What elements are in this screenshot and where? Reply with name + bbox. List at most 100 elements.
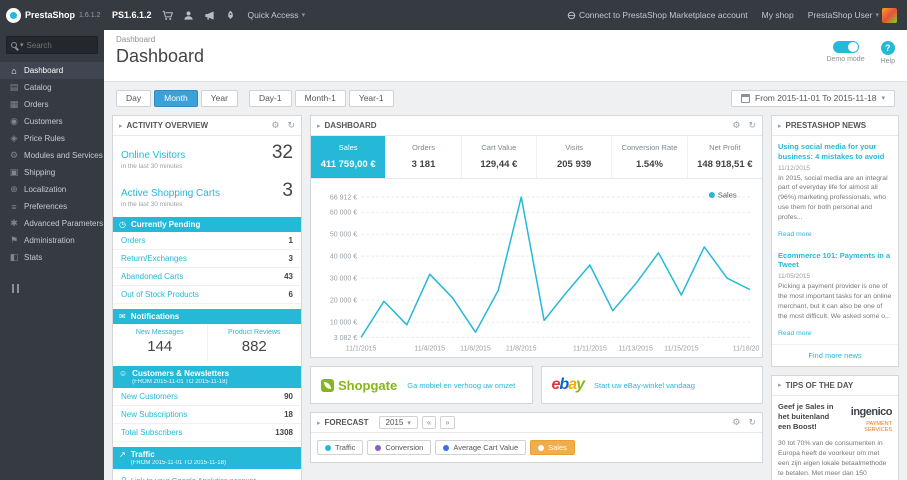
dashboard-panel-title: DASHBOARD — [324, 121, 377, 130]
clock-icon: ◷ — [119, 220, 126, 229]
sidebar-item-administration[interactable]: ⚑ Administration — [0, 232, 104, 249]
sidebar-item-price-rules[interactable]: ◈ Price Rules — [0, 130, 104, 147]
forecast-legend-sales[interactable]: Sales — [530, 440, 575, 456]
legend-label: Conversion — [385, 443, 424, 453]
cart-icon[interactable] — [162, 10, 173, 21]
sidebar-item-orders[interactable]: ▦ Orders — [0, 96, 104, 113]
sidebar-item-localization[interactable]: ⊕ Localization — [0, 181, 104, 198]
returns-link[interactable]: Return/Exchanges — [121, 254, 187, 263]
employee-icon[interactable] — [183, 10, 194, 21]
chevron-down-icon[interactable]: ▾ — [20, 41, 24, 49]
forecast-legend-conversion[interactable]: Conversion — [367, 440, 432, 456]
rocket-icon[interactable] — [225, 10, 236, 21]
active-carts-link[interactable]: Active Shopping Carts — [121, 188, 220, 199]
kpi-orders[interactable]: Orders 3 181 — [385, 136, 460, 178]
megaphone-icon[interactable] — [204, 10, 215, 21]
forecast-prev-button[interactable]: « — [421, 416, 437, 430]
sidebar-item-modules[interactable]: ⚙ Modules and Services — [0, 147, 104, 164]
sidebar-item-label: Administration — [24, 236, 75, 245]
new-subscriptions-value: 18 — [284, 410, 293, 419]
date-range-picker[interactable]: From 2015-11-01 To 2015-11-18 ▾ — [731, 90, 895, 107]
kpi-cart-value[interactable]: Cart Value 129,44 € — [460, 136, 536, 178]
forecast-next-button[interactable]: » — [440, 416, 455, 430]
sales-dot-icon — [538, 444, 545, 451]
help-icon[interactable]: ? — [880, 41, 895, 55]
sidebar-item-dashboard[interactable]: ⌂ Dashboard — [0, 62, 104, 79]
shop-name[interactable]: PS1.6.1.2 — [112, 10, 152, 20]
sidebar-item-catalog[interactable]: ▤ Catalog — [0, 79, 104, 96]
refresh-icon[interactable]: ↻ — [287, 120, 295, 131]
user-menu[interactable]: PrestaShop User ▾ — [808, 7, 897, 23]
product-reviews-cell[interactable]: Product Reviews 882 — [206, 324, 302, 361]
out-of-stock-link[interactable]: Out of Stock Products — [121, 290, 199, 299]
refresh-icon[interactable]: ↻ — [748, 120, 756, 131]
news-item: Ecommerce 101: Payments in a Tweet 11/05… — [772, 245, 898, 344]
search-input[interactable] — [26, 40, 83, 50]
kpi-sales[interactable]: Sales 411 759,00 € — [311, 136, 386, 178]
product-reviews-value: 882 — [241, 338, 267, 355]
ebay-link[interactable]: Start uw eBay-winkel vandaag — [594, 381, 695, 391]
active-carts-value: 3 — [282, 180, 293, 201]
kpi-label: Net Profit — [709, 143, 741, 152]
find-more-news-link[interactable]: Find more news — [772, 343, 898, 366]
currently-pending-header: ◷ Currently Pending — [113, 217, 301, 232]
kpi-visits[interactable]: Visits 205 939 — [535, 136, 611, 178]
menu-collapse-button[interactable] — [12, 280, 104, 298]
forecast-year-select[interactable]: 2015 ▾ — [378, 416, 418, 430]
gear-icon[interactable]: ⚙ — [732, 120, 740, 131]
shopgate-link[interactable]: Ga mobiel en verhoog uw omzet — [407, 381, 515, 391]
sidebar-item-customers[interactable]: ◉ Customers — [0, 113, 104, 130]
forecast-legend-average-cart-value[interactable]: Average Cart Value — [435, 440, 527, 456]
kpi-conversion-rate[interactable]: Conversion Rate 1.54% — [611, 136, 686, 178]
google-analytics-link[interactable]: ⚲ Link to your Google Analytics account — [113, 469, 301, 480]
news-item-title[interactable]: Ecommerce 101: Payments in a Tweet — [778, 251, 892, 271]
range-year-1-button[interactable]: Year-1 — [348, 90, 394, 107]
shopgate-promo: Shopgate Ga mobiel en verhoog uw omzet — [310, 366, 533, 405]
customers-newsletters-subtitle: (FROM 2015-11-01 TO 2015-11-18) — [132, 379, 228, 385]
range-month-button[interactable]: Month — [154, 90, 198, 107]
pending-orders-link[interactable]: Orders — [121, 236, 145, 245]
kpi-label: Visits — [565, 143, 584, 152]
forecast-legend-traffic[interactable]: Traffic — [317, 440, 364, 456]
svg-text:40 000 €: 40 000 € — [330, 254, 357, 261]
abandoned-carts-row: Abandoned Carts 43 — [113, 268, 301, 286]
refresh-icon[interactable]: ↻ — [748, 417, 756, 428]
sidebar-item-advanced-parameters[interactable]: ✱ Advanced Parameters — [0, 215, 104, 232]
online-visitors-link[interactable]: Online Visitors — [121, 150, 185, 161]
new-subscriptions-link[interactable]: New Subscriptions — [121, 410, 187, 419]
read-more-link[interactable]: Read more — [778, 330, 812, 337]
range-month-1-button[interactable]: Month-1 — [294, 90, 346, 107]
gear-icon[interactable]: ⚙ — [271, 120, 279, 131]
svg-text:66 912 €: 66 912 € — [330, 195, 357, 202]
my-shop-link[interactable]: My shop — [762, 10, 794, 20]
range-day-button[interactable]: Day — [116, 90, 152, 107]
out-of-stock-row: Out of Stock Products 6 — [113, 286, 301, 304]
total-subscribers-link[interactable]: Total Subscribers — [121, 428, 182, 437]
demo-mode-toggle[interactable] — [832, 41, 859, 53]
svg-text:11/6/2015: 11/6/2015 — [460, 345, 491, 352]
forecast-legend: Traffic Conversion Average Cart Value Sa… — [311, 433, 762, 462]
calendar-icon — [741, 94, 751, 103]
localization-icon: ⊕ — [10, 184, 18, 194]
read-more-link[interactable]: Read more — [778, 231, 812, 238]
range-year-button[interactable]: Year — [200, 90, 238, 107]
quick-access-dropdown[interactable]: Quick Access ▾ — [248, 10, 306, 20]
sidebar-search[interactable]: ▾ — [6, 36, 98, 54]
abandoned-carts-link[interactable]: Abandoned Carts — [121, 272, 183, 281]
marketplace-link[interactable]: Connect to PrestaShop Marketplace accoun… — [567, 10, 748, 20]
sidebar-item-shipping[interactable]: ▣ Shipping — [0, 164, 104, 181]
activity-overview-panel: ▸ ACTIVITY OVERVIEW ⚙ ↻ Online Visitors … — [112, 115, 302, 480]
sidebar-item-preferences[interactable]: ≡ Preferences — [0, 198, 104, 215]
gear-icon[interactable]: ⚙ — [732, 417, 740, 428]
connect-icon — [567, 11, 576, 19]
new-customers-link[interactable]: New Customers — [121, 392, 178, 401]
total-subscribers-row: Total Subscribers 1308 — [113, 424, 301, 442]
news-item-title[interactable]: Using social media for your business: 4 … — [778, 142, 892, 162]
conversion-dot-icon — [375, 444, 382, 451]
new-messages-cell[interactable]: New Messages 144 — [113, 324, 207, 361]
breadcrumb: Dashboard — [116, 35, 156, 44]
customers-newsletters-title: Customers & Newsletters — [132, 369, 230, 378]
range-day-1-button[interactable]: Day-1 — [248, 90, 292, 107]
sidebar-item-stats[interactable]: ◧ Stats — [0, 249, 104, 266]
kpi-net-profit[interactable]: Net Profit 148 918,51 € — [686, 136, 762, 178]
